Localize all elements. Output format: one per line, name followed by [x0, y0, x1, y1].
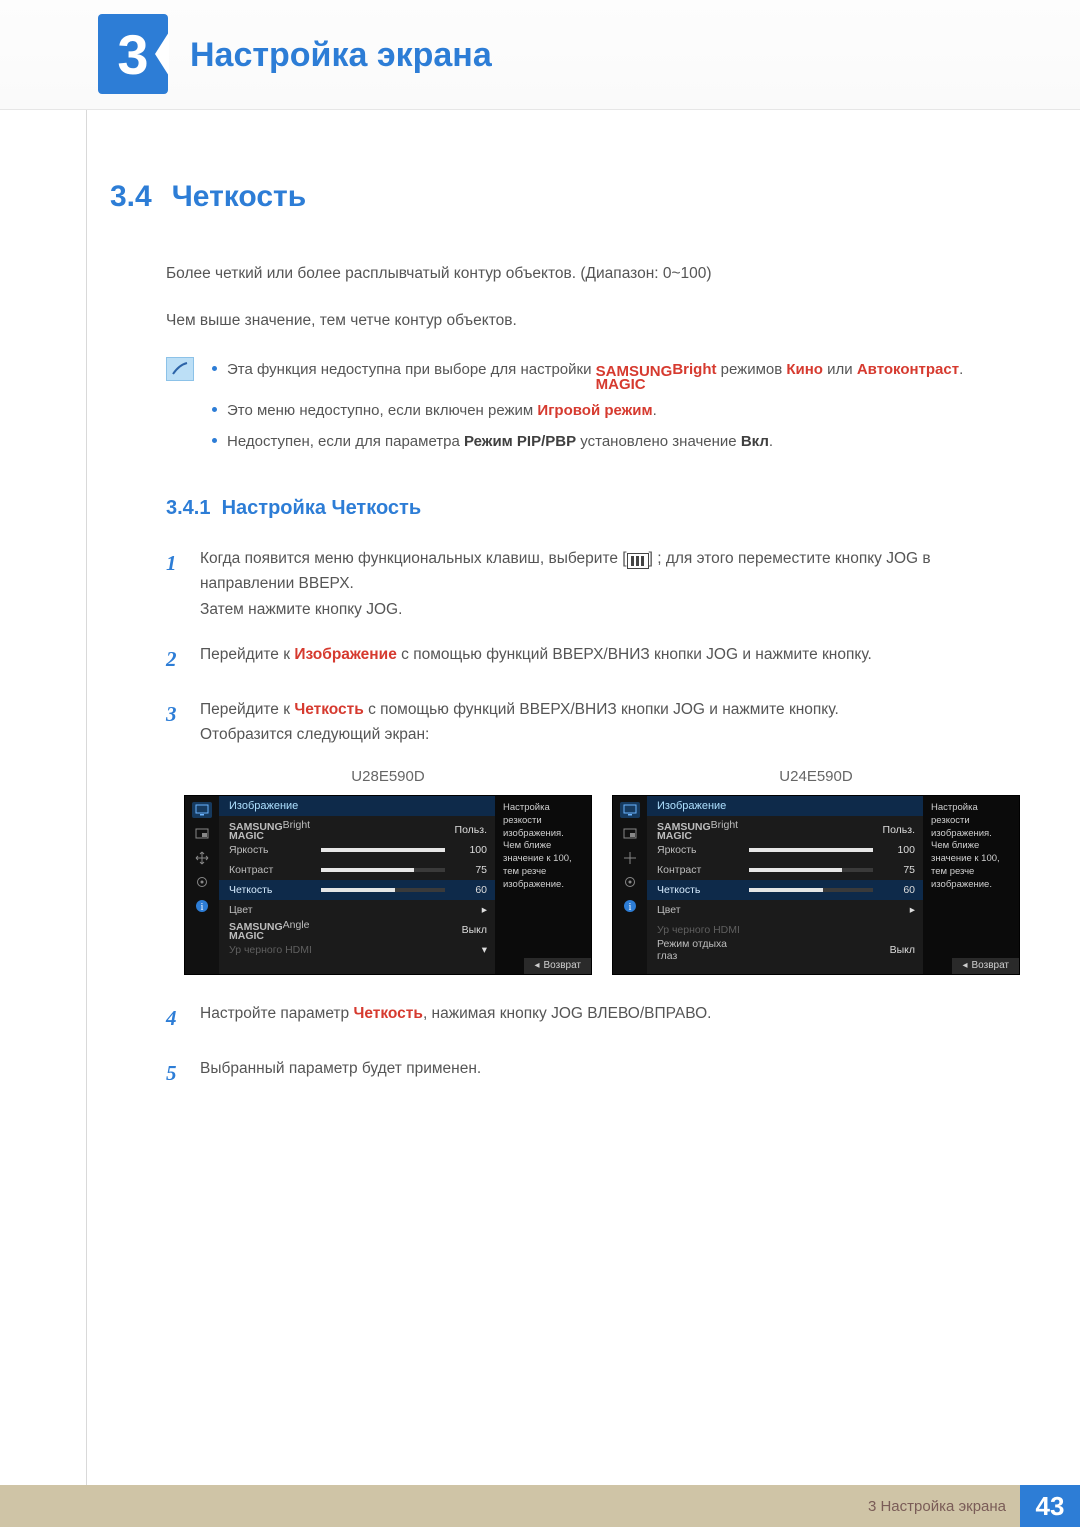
osd-row: Четкость60: [647, 880, 923, 900]
page-footer: 3 Настройка экрана 43: [0, 1485, 1080, 1527]
info-icon: i: [192, 898, 212, 914]
pip-icon: [620, 826, 640, 842]
osd-return-footer: ◂ Возврат: [524, 958, 591, 974]
osd-row: Ур черного HDMI: [647, 920, 923, 940]
osd-row: Режим отдыха глазВыкл: [647, 940, 923, 960]
section-heading: 3.4 Четкость: [110, 180, 1020, 214]
osd-row: Яркость100: [647, 840, 923, 860]
osd-row: Контраст75: [219, 860, 495, 880]
gear-icon: [620, 874, 640, 890]
monitor-icon: [192, 802, 212, 818]
bullet-icon: [212, 366, 217, 371]
osd-row: SAMSUNGMAGICBrightПольз.: [647, 820, 923, 840]
osd-sidebar: i: [185, 796, 219, 974]
osd-return-footer: ◂ Возврат: [952, 958, 1019, 974]
step-number: 3: [166, 697, 184, 748]
osd-help-panel: Настройка резкости изображения. Чем ближ…: [923, 796, 1019, 974]
osd-row: Цвет▸: [647, 900, 923, 920]
note-item-2: Это меню недоступно, если включен режим …: [212, 398, 963, 424]
osd-help-panel: Настройка резкости изображения. Чем ближ…: [495, 796, 591, 974]
svg-text:i: i: [201, 902, 204, 913]
note-block: Эта функция недоступна при выборе для на…: [166, 357, 1020, 461]
section-number: 3.4: [110, 180, 152, 213]
note-item-1: Эта функция недоступна при выборе для на…: [212, 357, 963, 392]
osd-row: SAMSUNGMAGICAngleВыкл: [219, 920, 495, 940]
subsection-heading: 3.4.1 Настройка Четкость: [166, 497, 1020, 520]
footer-chapter-ref: 3 Настройка экрана: [868, 1498, 1006, 1515]
subsection-number: 3.4.1: [166, 497, 210, 519]
info-icon: i: [620, 898, 640, 914]
osd-header: Изображение: [219, 796, 495, 816]
osd-sidebar: i: [613, 796, 647, 974]
step-number: 1: [166, 546, 184, 623]
step-2: 2 Перейдите к Изображение с помощью функ…: [166, 642, 1020, 677]
osd-row: SAMSUNGMAGICBrightПольз.: [219, 820, 495, 840]
step-1: 1 Когда появится меню функциональных кла…: [166, 546, 1020, 623]
menu-icon: [627, 553, 649, 569]
page-number: 43: [1020, 1485, 1080, 1527]
note-item-3: Недоступен, если для параметра Режим PIP…: [212, 429, 963, 455]
monitor-icon: [620, 802, 640, 818]
step-number: 5: [166, 1056, 184, 1091]
osd-row: Цвет▸: [219, 900, 495, 920]
bullet-icon: [212, 438, 217, 443]
arrows-icon: [620, 850, 640, 866]
osd-model-label: U28E590D: [184, 768, 592, 785]
chapter-header: 3 Настройка экрана: [0, 0, 1080, 110]
step-3: 3 Перейдите к Четкость с помощью функций…: [166, 697, 1020, 748]
step-4: 4 Настройте параметр Четкость, нажимая к…: [166, 1001, 1020, 1036]
section-title: Четкость: [172, 180, 306, 213]
left-margin-rule: [86, 110, 87, 1487]
pip-icon: [192, 826, 212, 842]
chapter-title: Настройка экрана: [190, 36, 492, 75]
subsection-title: Настройка Четкость: [222, 497, 422, 519]
paragraph-1: Более четкий или более расплывчатый конт…: [166, 262, 1020, 285]
bullet-icon: [212, 407, 217, 412]
osd-model-label: U24E590D: [612, 768, 1020, 785]
gear-icon: [192, 874, 212, 890]
osd-header: Изображение: [647, 796, 923, 816]
osd-screenshot-b: U24E590D i Изображение SAMSUNGMAGICBrigh…: [612, 768, 1020, 975]
osd-row: Контраст75: [647, 860, 923, 880]
paragraph-2: Чем выше значение, тем четче контур объе…: [166, 309, 1020, 332]
chapter-number-badge: 3: [98, 14, 168, 94]
note-icon: [166, 357, 194, 381]
step-number: 4: [166, 1001, 184, 1036]
arrows-icon: [192, 850, 212, 866]
osd-row: Ур черного HDMI▾: [219, 940, 495, 960]
osd-screenshot-a: U28E590D i Изображение SAMSUNGMAGICBrigh…: [184, 768, 592, 975]
step-5: 5 Выбранный параметр будет применен.: [166, 1056, 1020, 1091]
step-number: 2: [166, 642, 184, 677]
osd-row: Четкость60: [219, 880, 495, 900]
svg-text:i: i: [629, 902, 632, 913]
osd-row: Яркость100: [219, 840, 495, 860]
